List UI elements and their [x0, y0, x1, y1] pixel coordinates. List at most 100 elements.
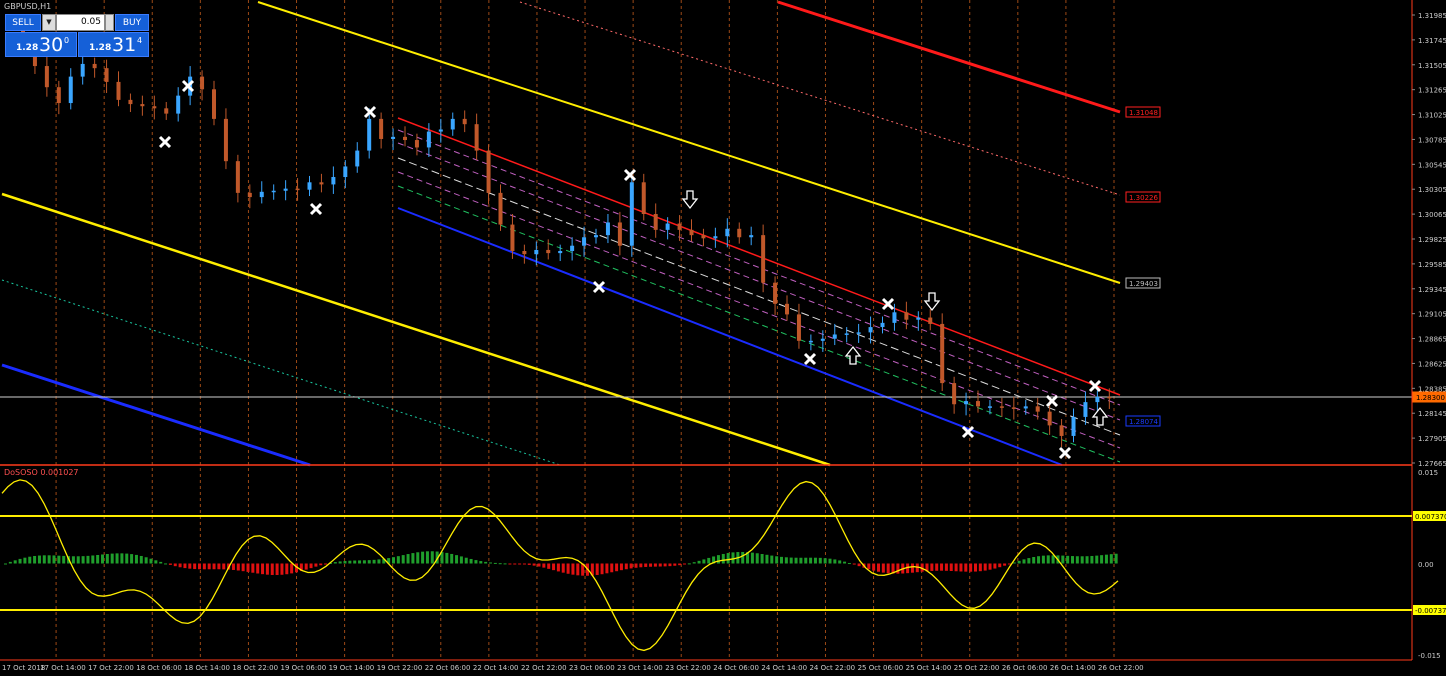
candle-body: [987, 406, 992, 408]
candle-body: [391, 136, 396, 139]
chart-canvas[interactable]: 1.31985 1.31745 1.31505 1.31265 1.31025 1.307…: [0, 0, 1446, 676]
histogram-bar: [1071, 556, 1074, 564]
candle-body: [856, 332, 861, 334]
histogram-bar: [81, 556, 85, 564]
histogram-bar: [780, 556, 783, 564]
buy-button[interactable]: BUY: [115, 14, 149, 31]
candle-body: [200, 76, 205, 90]
histogram-bar: [634, 563, 638, 568]
histogram-bar: [139, 555, 143, 564]
histogram-bar: [731, 552, 735, 564]
histogram-bar: [765, 554, 769, 564]
histogram-bar: [76, 556, 80, 564]
candle-body: [582, 237, 587, 246]
histogram-bar: [877, 563, 880, 572]
histogram-bar: [1003, 563, 1007, 566]
time-tick-label: 23 Oct 06:00: [569, 664, 615, 672]
candle-body: [594, 235, 599, 238]
histogram-bar: [183, 563, 187, 569]
histogram-bar: [716, 555, 720, 564]
candle-body: [868, 327, 873, 333]
histogram-bar: [998, 563, 1002, 568]
histogram-bar: [537, 563, 541, 567]
price-level-badge: 1.29403: [1125, 277, 1161, 289]
candle-body: [1059, 425, 1064, 436]
time-tick-label: 26 Oct 14:00: [1050, 664, 1096, 672]
histogram-bar: [450, 553, 454, 564]
candle-body: [176, 95, 181, 114]
price-tick-label: 1.28865: [1418, 336, 1446, 344]
histogram-bar: [396, 556, 400, 564]
bottom-blue-line: [1, 363, 311, 467]
one-click-trading-panel: SELL ▼ 0.05 BUY 1.28 30 0 1.28 31 4: [5, 14, 149, 57]
candle-body: [1011, 407, 1016, 409]
candle-body: [952, 383, 957, 405]
candle-body: [343, 166, 348, 178]
candle-body: [1095, 396, 1100, 403]
trend-lines: [0, 0, 1412, 467]
histogram-bar: [309, 563, 313, 569]
histogram-bar: [193, 563, 197, 570]
candle-body: [785, 303, 790, 315]
red-dotted-line: [519, 1, 1121, 196]
time-tick-label: 24 Oct 14:00: [761, 664, 807, 672]
histogram-bar: [697, 560, 701, 564]
candle-body: [617, 222, 622, 246]
histogram-bar: [1075, 556, 1079, 564]
histogram-bar: [353, 560, 357, 564]
candle-body: [450, 118, 455, 130]
indicator-tick-label: 0.00: [1418, 561, 1434, 569]
histogram-bar: [134, 554, 138, 564]
histogram-bar: [416, 552, 420, 564]
price-tick-label: 1.27905: [1418, 435, 1446, 443]
histogram-bar: [377, 559, 381, 564]
candle-body: [80, 63, 85, 77]
lot-dropdown-icon[interactable]: ▼: [42, 14, 56, 31]
histogram-bar: [978, 563, 982, 572]
histogram-bar: [71, 556, 75, 564]
histogram-bar: [362, 560, 366, 564]
candle-body: [128, 99, 133, 105]
candle-body: [629, 182, 634, 246]
histogram-bar: [872, 563, 876, 571]
time-tick-label: 26 Oct 22:00: [1098, 664, 1144, 672]
histogram-bar: [1061, 555, 1065, 564]
time-tick-label: 25 Oct 22:00: [954, 664, 1000, 672]
channel-green: [397, 185, 1121, 463]
histogram-bar: [459, 556, 463, 564]
price-tick-label: 1.31025: [1418, 112, 1446, 120]
time-tick-label: 22 Oct 22:00: [521, 664, 567, 672]
candle-body: [689, 229, 694, 236]
lot-size-input[interactable]: 0.05: [56, 14, 105, 31]
histogram-bar: [542, 563, 546, 568]
histogram-bar: [1032, 557, 1036, 564]
histogram-bar: [401, 555, 405, 564]
histogram-bar: [280, 563, 284, 575]
candle-body: [546, 249, 551, 254]
candle-body: [319, 182, 324, 185]
histogram-bar: [120, 553, 124, 564]
sell-button[interactable]: SELL: [5, 14, 41, 31]
ask-price-button[interactable]: 1.28 31 4: [78, 32, 149, 57]
channel-lower-blue: [397, 207, 1063, 466]
lot-spinner[interactable]: [105, 14, 114, 31]
histogram-bar: [789, 557, 793, 564]
bid-price-button[interactable]: 1.28 30 0: [5, 32, 77, 57]
histogram-bar: [886, 563, 890, 574]
histogram-bar: [595, 563, 599, 575]
histogram-bar: [702, 559, 706, 564]
candle-body: [92, 63, 97, 69]
time-tick-label: 19 Oct 06:00: [281, 664, 327, 672]
histogram-bar: [130, 554, 134, 564]
candle-body: [808, 340, 813, 343]
histogram-bar: [159, 561, 163, 564]
time-tick-label: 18 Oct 22:00: [232, 664, 278, 672]
candle-body: [1071, 416, 1076, 436]
histogram-bar: [683, 563, 686, 565]
histogram-bar: [988, 563, 992, 570]
histogram-bar: [236, 563, 240, 571]
candle-body: [403, 136, 408, 141]
histogram-bar: [935, 563, 939, 571]
histogram-bar: [663, 563, 667, 567]
histogram-bar: [983, 563, 987, 571]
